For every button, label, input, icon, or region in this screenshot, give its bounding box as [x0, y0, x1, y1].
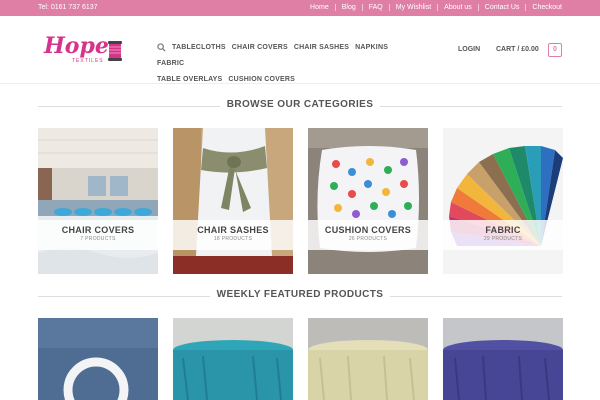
featured-product-2[interactable]	[173, 318, 293, 400]
top-links: Home Blog FAQ My Wishlist About us Conta…	[304, 4, 562, 11]
top-link-faq[interactable]: FAQ	[361, 4, 389, 11]
divider-right	[390, 296, 562, 297]
category-name: FABRIC	[485, 225, 521, 235]
category-name: CHAIR SASHES	[197, 225, 269, 235]
category-caption: CHAIR SASHES 18 PRODUCTS	[173, 220, 293, 250]
site-logo[interactable]: Hope TEXTILES	[42, 29, 126, 69]
category-cushion-covers[interactable]: CUSHION COVERS 26 PRODUCTS	[308, 128, 428, 274]
cart-link[interactable]: CART / £0.00	[496, 46, 539, 53]
nav-tablecloths[interactable]: TABLECLOTHS	[172, 40, 226, 56]
categories-heading-text: BROWSE OUR CATEGORIES	[226, 99, 374, 110]
category-caption: CUSHION COVERS 26 PRODUCTS	[308, 220, 428, 250]
category-name: CUSHION COVERS	[324, 225, 412, 235]
category-chair-sashes[interactable]: CHAIR SASHES 18 PRODUCTS	[173, 128, 293, 274]
nav-fabric[interactable]: FABRIC	[157, 56, 184, 72]
featured-heading: WEEKLY FEATURED PRODUCTS	[38, 289, 562, 302]
top-link-wishlist[interactable]: My Wishlist	[388, 4, 437, 11]
category-chair-covers[interactable]: CHAIR COVERS 7 PRODUCTS	[38, 128, 158, 274]
product-image	[443, 318, 563, 400]
category-count: 29 PRODUCTS	[483, 236, 523, 242]
category-fabric[interactable]: FABRIC 29 PRODUCTS	[443, 128, 563, 274]
logo-wordmark: Hope	[43, 33, 109, 59]
category-count: 26 PRODUCTS	[348, 236, 388, 242]
featured-heading-text: WEEKLY FEATURED PRODUCTS	[216, 289, 384, 300]
thread-spool-icon	[108, 41, 122, 61]
category-count: 18 PRODUCTS	[213, 236, 253, 242]
top-link-blog[interactable]: Blog	[334, 4, 362, 11]
nav-napkins[interactable]: NAPKINS	[355, 40, 388, 56]
featured-product-3[interactable]	[308, 318, 428, 400]
featured-product-1[interactable]	[38, 318, 158, 400]
categories-heading: BROWSE OUR CATEGORIES	[38, 99, 562, 112]
fabric-image	[443, 128, 563, 274]
divider-right	[380, 106, 562, 107]
logo-subtext: TEXTILES	[72, 58, 104, 64]
header: Hope TEXTILES TABLECLOTHS CHAIR COVERS CHA…	[0, 16, 600, 84]
main-nav: TABLECLOTHS CHAIR COVERS CHAIR SASHES NAPKI…	[157, 40, 407, 88]
product-image	[308, 318, 428, 400]
category-name: CHAIR COVERS	[61, 225, 135, 235]
category-count: 7 PRODUCTS	[80, 236, 116, 242]
top-bar: Tel: 0161 737 6137 Home Blog FAQ My Wish…	[0, 0, 600, 16]
chair-sashes-image	[173, 128, 293, 274]
category-caption: CHAIR COVERS 7 PRODUCTS	[38, 220, 158, 250]
nav-table-overlays[interactable]: TABLE OVERLAYS	[157, 72, 222, 88]
nav-chair-sashes[interactable]: CHAIR SASHES	[294, 40, 349, 56]
login-link[interactable]: LOGIN	[458, 46, 480, 53]
top-link-checkout[interactable]: Checkout	[525, 4, 562, 11]
product-image	[173, 318, 293, 400]
featured-product-4[interactable]	[443, 318, 563, 400]
product-image	[38, 318, 158, 400]
chair-covers-image	[38, 128, 158, 274]
top-link-home[interactable]: Home	[304, 4, 335, 11]
phone-number: Tel: 0161 737 6137	[38, 4, 98, 11]
cushion-covers-image	[308, 128, 428, 274]
cart-count-icon[interactable]: 0	[548, 43, 562, 57]
search-icon[interactable]	[157, 42, 166, 52]
top-link-contact[interactable]: Contact Us	[477, 4, 526, 11]
nav-chair-covers[interactable]: CHAIR COVERS	[232, 40, 288, 56]
nav-cushion-covers[interactable]: CUSHION COVERS	[228, 72, 295, 88]
category-caption: FABRIC 29 PRODUCTS	[443, 220, 563, 250]
top-link-about[interactable]: About us	[437, 4, 478, 11]
